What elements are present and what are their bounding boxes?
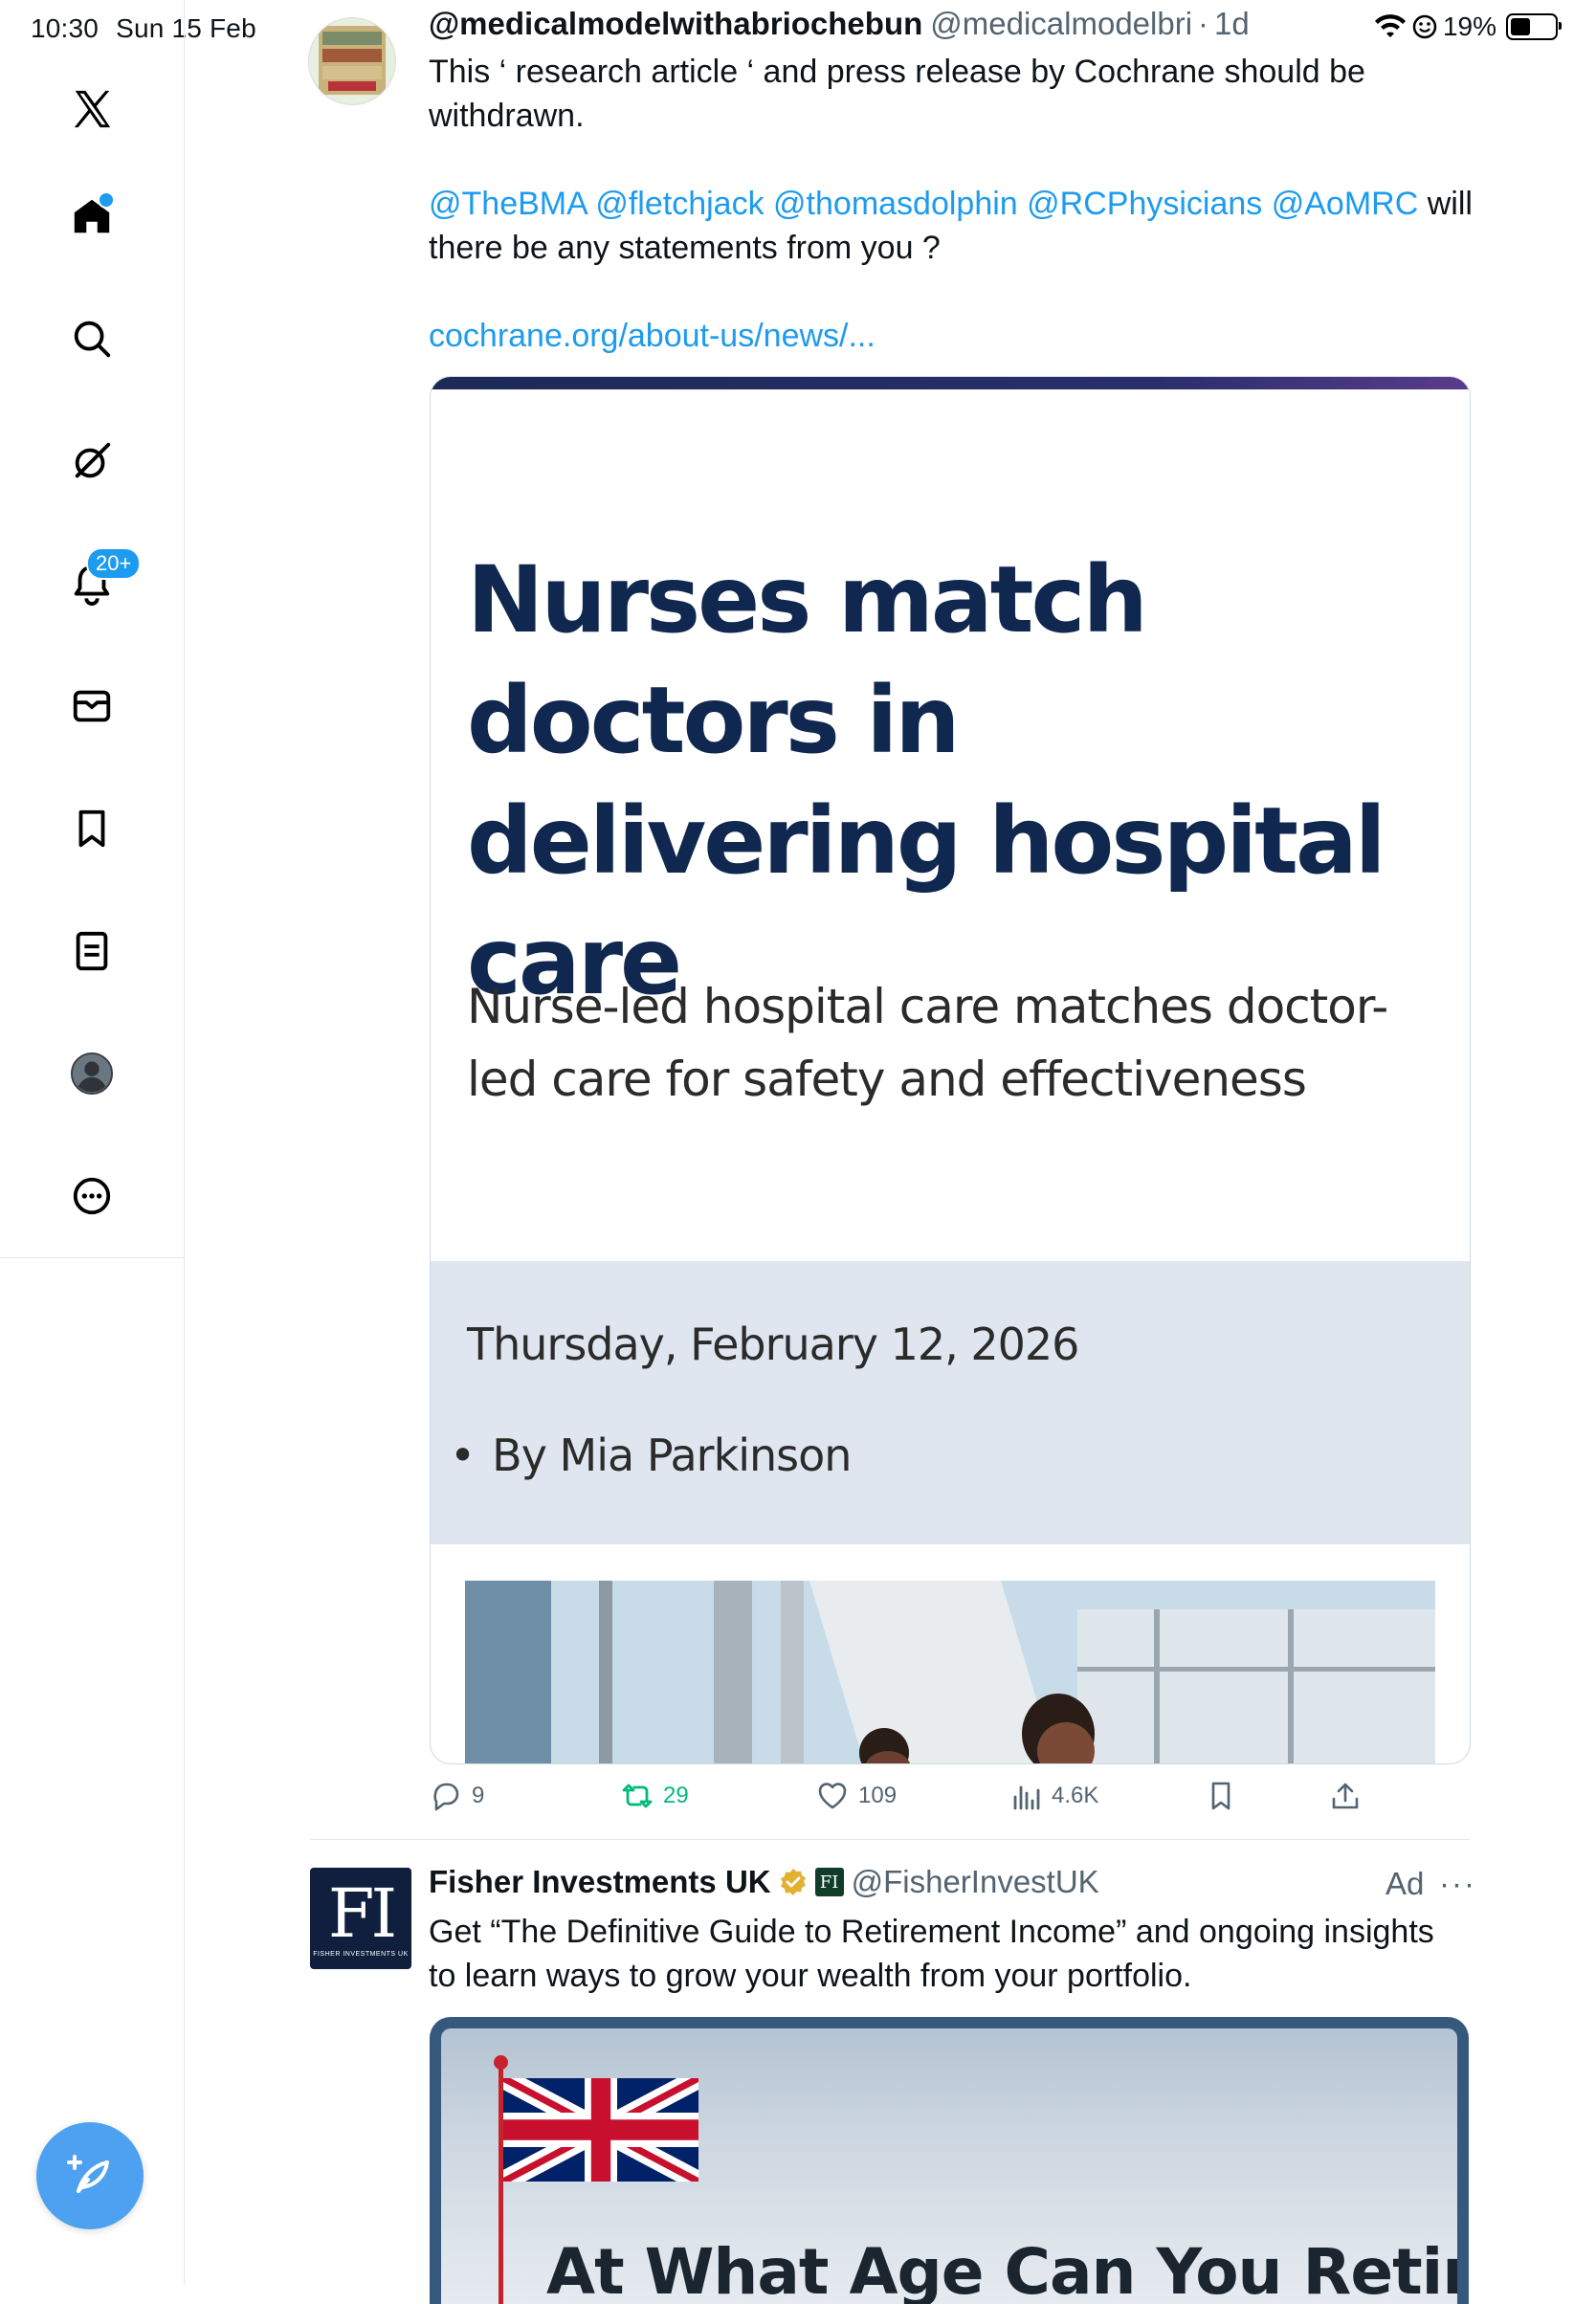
tweet-text-line: withdrawn. — [429, 98, 585, 134]
tweet-text-line: This ‘ research article ‘ and press rele… — [429, 54, 1365, 90]
compose-post-button[interactable] — [36, 2122, 144, 2229]
wifi-icon — [1374, 14, 1406, 37]
reply-icon — [433, 1783, 459, 1811]
sidebar-item-grok[interactable] — [57, 427, 126, 496]
profile-avatar-icon — [70, 1052, 114, 1096]
battery-percent: 19% — [1442, 11, 1496, 41]
share-icon — [1332, 1783, 1359, 1809]
tweet-author-name[interactable]: @medicalmodelwithabriochebun — [429, 6, 922, 41]
sidebar-item-bookmarks[interactable] — [57, 794, 126, 863]
tweet-text-line: there be any statements from you ? — [429, 230, 941, 266]
battery-icon — [1506, 13, 1562, 40]
ad-media-card[interactable]: At What Age Can You Retire — [430, 2017, 1469, 2304]
views-button[interactable]: 4.6K — [1009, 1780, 1098, 1812]
ad-label: Ad — [1385, 1866, 1425, 1901]
like-button[interactable]: 109 — [816, 1780, 897, 1812]
like-count: 109 — [858, 1783, 898, 1808]
grok-icon — [75, 442, 111, 478]
uk-flag-icon — [503, 2078, 698, 2182]
ad-text-line: Get “The Definitive Guide to Retirement … — [429, 1914, 1434, 1950]
card-photo — [465, 1581, 1435, 1763]
tweet-text-fragment: will — [1427, 186, 1473, 222]
sidebar-item-profile[interactable] — [57, 1039, 126, 1108]
bullet-icon: • — [450, 1429, 476, 1481]
avatar-subtext: FISHER INVESTMENTS UK — [313, 1950, 409, 1958]
gmc-logo-icon — [319, 26, 386, 95]
verified-badge-icon — [780, 1869, 806, 1895]
bookmark-icon — [78, 809, 105, 848]
sidebar: 20+ — [0, 0, 185, 2285]
ad-author-name[interactable]: Fisher Investments UK — [429, 1864, 771, 1900]
sidebar-item-notifications[interactable]: 20+ — [57, 547, 142, 618]
bookmark-button[interactable] — [1205, 1780, 1237, 1812]
ad-text-line: to learn ways to grow your wealth from y… — [429, 1958, 1192, 1994]
repost-button[interactable]: 29 — [621, 1780, 689, 1812]
reply-count: 9 — [472, 1783, 485, 1808]
ad-author-handle[interactable]: @FisherInvestUK — [852, 1864, 1099, 1900]
x-logo-icon[interactable] — [57, 75, 126, 144]
sidebar-item-home[interactable] — [57, 182, 126, 251]
search-icon — [74, 321, 111, 358]
focus-smile-icon — [1412, 14, 1437, 39]
ad-author-avatar[interactable]: FI FISHER INVESTMENTS UK — [310, 1868, 411, 1969]
card-subtitle: Nurse-led hospital care matches doctor-l… — [467, 979, 1388, 1107]
new-posts-dot — [98, 191, 115, 209]
repost-icon — [622, 1783, 653, 1808]
notification-badge: 20+ — [86, 547, 142, 580]
tweet-age[interactable]: 1d — [1214, 6, 1250, 41]
more-options-button[interactable]: ··· — [1439, 1866, 1476, 1902]
tweet-link[interactable]: cochrane.org/about-us/news/... — [429, 314, 1481, 358]
affiliate-logo: FI — [814, 1868, 844, 1896]
bookmark-icon — [1211, 1782, 1230, 1810]
sidebar-item-lists[interactable] — [57, 917, 126, 986]
sidebar-item-messages[interactable] — [57, 672, 126, 741]
more-circle-icon — [73, 1177, 111, 1215]
heart-icon — [818, 1783, 847, 1809]
views-chart-icon — [1013, 1785, 1040, 1810]
tweet-divider — [310, 1839, 1470, 1840]
tweet-author-handle[interactable]: @medicalmodelbri — [930, 6, 1192, 41]
reply-button[interactable]: 9 — [430, 1780, 484, 1812]
card-top-bar — [431, 377, 1470, 389]
card-date: Thursday, February 12, 2026 — [467, 1318, 1079, 1370]
card-author: By Mia Parkinson — [492, 1429, 852, 1481]
share-button[interactable] — [1329, 1780, 1362, 1812]
avatar-text: FI — [327, 1873, 397, 1953]
list-icon — [76, 931, 108, 971]
tweet-media-card[interactable]: Nurses match doctors in delivering hospi… — [430, 376, 1471, 1764]
feather-plus-icon — [67, 2155, 109, 2193]
tweet-actions: 9 29 109 4.6K — [430, 1780, 1473, 1828]
sidebar-item-more[interactable] — [57, 1162, 126, 1230]
card-title: Nurses match doctors in delivering hospi… — [467, 546, 1386, 1015]
sidebar-item-search[interactable] — [57, 304, 126, 373]
tweet-mentions[interactable]: @TheBMA @fletchjack @thomasdolphin @RCPh… — [429, 186, 1418, 222]
tweet-author-avatar[interactable] — [308, 17, 396, 105]
card-meta: Thursday, February 12, 2026 • By Mia Park… — [431, 1261, 1470, 1544]
ad-card-headline: At What Age Can You Retire — [546, 2235, 1469, 2304]
sidebar-divider — [0, 1257, 184, 1258]
hospital-photo — [465, 1581, 1435, 1763]
view-count: 4.6K — [1052, 1783, 1099, 1808]
repost-count: 29 — [663, 1783, 689, 1808]
envelope-icon — [73, 690, 111, 722]
